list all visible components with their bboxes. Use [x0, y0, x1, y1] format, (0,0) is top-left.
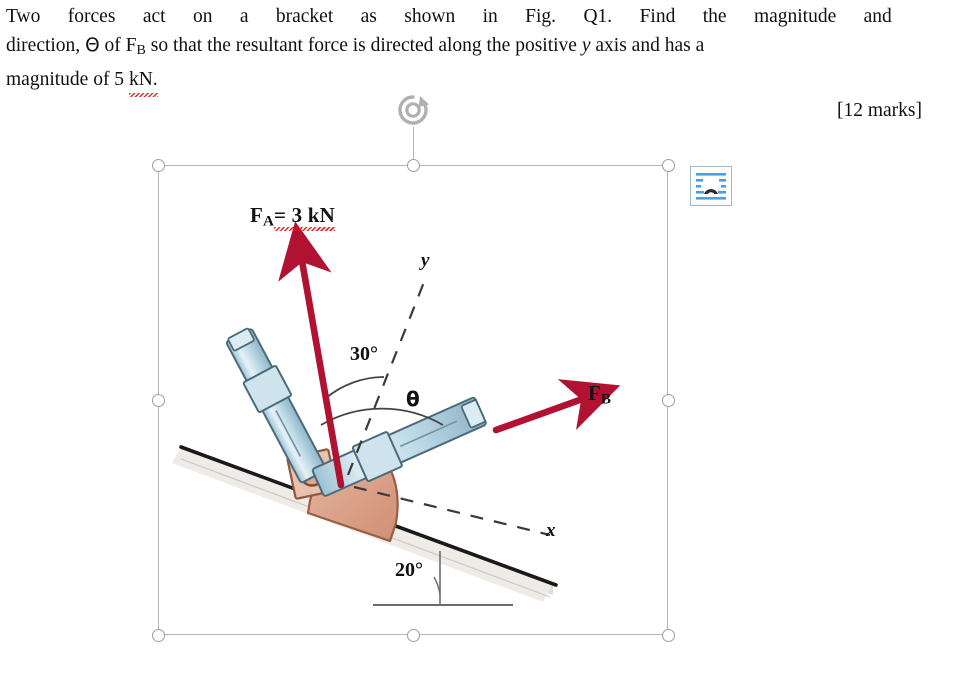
question-line-3: magnitude of 5 kN. — [6, 65, 906, 98]
figure-canvas: FA= 3 kN FB 30° 20° θ y x — [158, 165, 668, 635]
word: as — [360, 6, 377, 27]
period: . — [152, 69, 158, 91]
force-b-subscript: B — [136, 42, 146, 59]
handle-top-center[interactable] — [406, 158, 420, 172]
angle-20-label: 20° — [395, 559, 423, 581]
word: Fig. — [525, 6, 557, 27]
angle-30-arc — [325, 376, 385, 399]
handle-bottom-center[interactable] — [406, 628, 420, 642]
word: positive — [515, 35, 577, 56]
word: forces — [67, 6, 116, 27]
angle-theta-label: θ — [406, 387, 420, 411]
handle-top-right[interactable] — [661, 158, 675, 172]
word: bracket — [275, 6, 334, 27]
word: Q1. — [583, 6, 613, 27]
figure-object[interactable]: FA= 3 kN FB 30° 20° θ y x — [151, 95, 675, 642]
word: and — [863, 6, 892, 27]
word: so — [150, 35, 169, 56]
force-a-letter: F — [250, 203, 264, 227]
theta-capital-symbol: Θ — [85, 35, 100, 56]
text-wrap-icon — [696, 173, 726, 200]
word: is — [352, 35, 366, 56]
word: the — [207, 35, 231, 56]
word: along — [438, 35, 482, 56]
force-b-symbol: FB — [125, 35, 146, 59]
handle-middle-left[interactable] — [151, 393, 165, 407]
spelling-error-kn: kN. — [128, 65, 158, 98]
word: of — [104, 35, 121, 56]
force-a-subscript: A — [263, 213, 274, 230]
word: shown — [404, 6, 456, 27]
handle-top-left[interactable] — [151, 158, 165, 172]
force-b-letter: F — [588, 381, 601, 405]
word: a — [239, 6, 249, 27]
force-b-subscript: B — [600, 391, 611, 408]
force-b-label: FB — [588, 381, 611, 408]
word: act — [142, 6, 166, 27]
word: Two — [6, 6, 41, 27]
rod-upper — [225, 327, 327, 484]
word: axis — [595, 35, 627, 56]
handle-bottom-left[interactable] — [151, 628, 165, 642]
word: direction, — [6, 35, 81, 56]
force-b-arrow — [492, 379, 621, 434]
word: force — [307, 35, 348, 56]
axis-y-label: y — [421, 250, 430, 271]
word: directed — [370, 35, 434, 56]
word: on — [192, 6, 213, 27]
force-b-letter: F — [125, 35, 137, 56]
question-text: Two forces act on a bracket as shown in … — [6, 2, 906, 98]
word: the — [486, 35, 511, 56]
question-line-1: Two forces act on a bracket as shown in … — [6, 2, 892, 31]
word: a — [695, 35, 705, 56]
handle-middle-right[interactable] — [661, 393, 675, 407]
unit-kn: kN — [128, 69, 153, 91]
word: in — [482, 6, 498, 27]
word: that — [172, 35, 203, 56]
rotate-handle-icon[interactable] — [394, 91, 432, 129]
word: the — [702, 6, 727, 27]
handle-bottom-right[interactable] — [661, 628, 675, 642]
question-line-2: direction, Θ of FB so that the resultant… — [6, 31, 906, 65]
force-a-label: FA= 3 kN — [250, 203, 335, 231]
axis-x-label: x — [546, 520, 556, 541]
marks-allocation: [12 marks] — [836, 100, 922, 121]
word: magnitude — [753, 6, 837, 27]
axis-y-inline: y — [581, 35, 591, 56]
magnitude-text: magnitude of 5 — [6, 69, 125, 91]
word: Find — [639, 6, 676, 27]
word: resultant — [235, 35, 303, 56]
angle-30-label: 30° — [350, 343, 378, 365]
word: and — [631, 35, 660, 56]
force-a-value: = 3 kN — [273, 203, 335, 231]
word: has — [664, 35, 691, 56]
layout-options-button[interactable] — [690, 166, 732, 206]
